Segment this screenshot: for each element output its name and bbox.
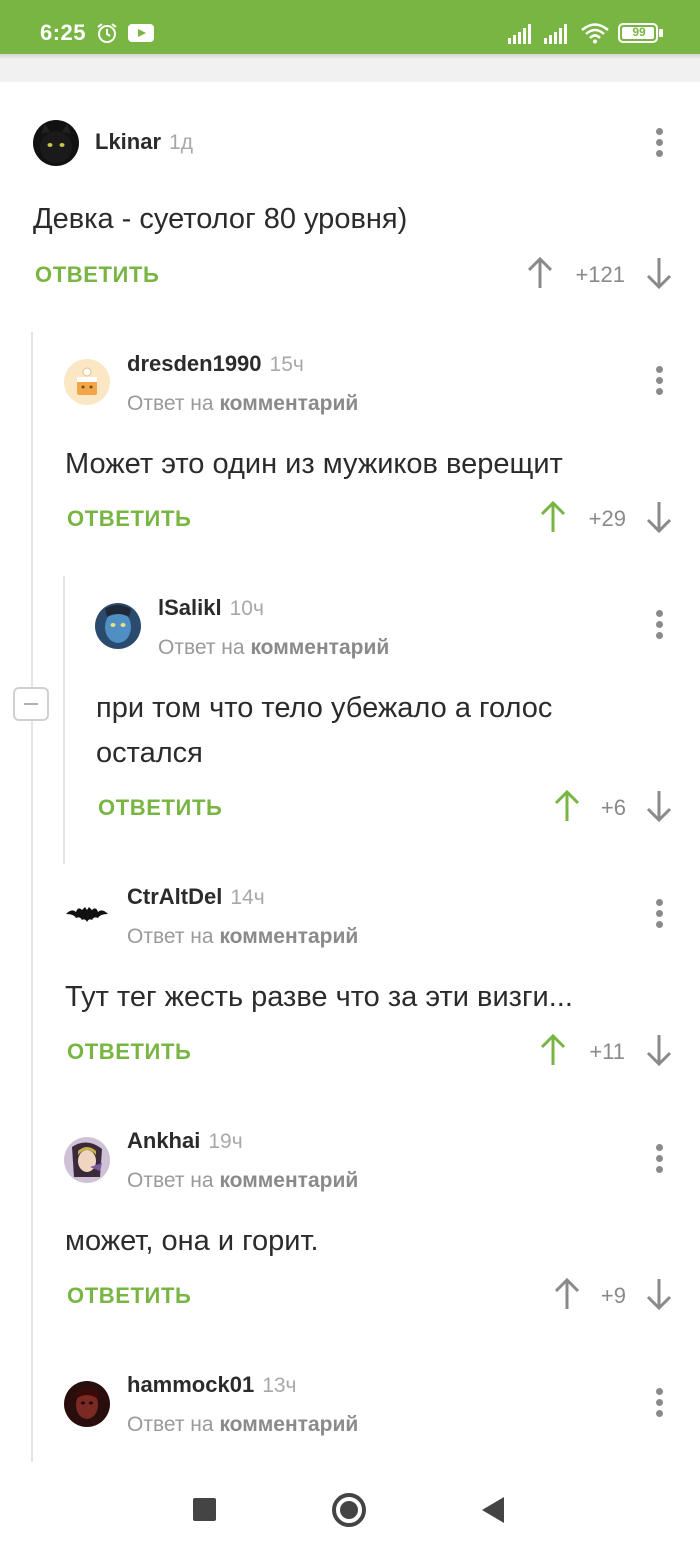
comment-age: 13ч xyxy=(262,1374,297,1397)
downvote-arrow-icon[interactable] xyxy=(645,1277,673,1311)
upvote-arrow-icon[interactable] xyxy=(539,500,567,534)
portrait-avatar-icon[interactable] xyxy=(64,1381,110,1427)
more-options-icon[interactable] xyxy=(653,1388,665,1418)
triangle-back-icon[interactable] xyxy=(482,1497,504,1523)
thread-line-level1 xyxy=(31,332,33,1462)
downvote-arrow-icon[interactable] xyxy=(645,256,673,290)
status-time: 6:25 xyxy=(40,20,87,45)
upvote-arrow-icon[interactable] xyxy=(526,256,554,290)
more-options-icon[interactable] xyxy=(653,899,665,929)
circle-icon[interactable] xyxy=(332,1493,366,1527)
reply-to-link[interactable]: Ответ на комментарий xyxy=(127,925,358,949)
alarm-icon xyxy=(97,23,117,43)
reply-to-link[interactable]: Ответ на комментарий xyxy=(127,1169,358,1193)
reply-to-link[interactable]: Ответ на комментарий xyxy=(127,1413,358,1437)
more-options-icon[interactable] xyxy=(653,128,665,158)
comment-score: +29 xyxy=(588,506,626,531)
comment-score: +9 xyxy=(600,1283,626,1308)
bat-avatar-icon[interactable] xyxy=(64,892,110,938)
comment-age: 10ч xyxy=(229,597,264,620)
reply-button[interactable]: ОТВЕТИТЬ xyxy=(67,1039,191,1065)
comment-author[interactable]: CtrAltDel 14ч xyxy=(127,884,265,910)
comment-author[interactable]: dresden1990 15ч xyxy=(127,351,304,377)
anime-avatar-icon[interactable] xyxy=(64,1137,110,1183)
comment-author[interactable]: Ankhai 19ч xyxy=(127,1128,243,1154)
reply-button[interactable]: ОТВЕТИТЬ xyxy=(35,262,159,288)
comment-author[interactable]: Lkinar 1д xyxy=(95,129,193,155)
comment-age: 14ч xyxy=(230,886,265,909)
avatar-character-icon[interactable] xyxy=(95,603,141,649)
more-options-icon[interactable] xyxy=(653,610,665,640)
comment-age: 1д xyxy=(169,131,193,154)
thread-line-level2 xyxy=(63,576,65,864)
battery-level: 99 xyxy=(632,25,646,39)
comment-score: +121 xyxy=(575,262,625,287)
comment-text: может, она и горит. xyxy=(65,1225,319,1257)
cake-avatar-icon[interactable] xyxy=(64,359,110,405)
toolbar-shadow xyxy=(0,54,700,60)
more-options-icon[interactable] xyxy=(653,1144,665,1174)
signal-icon xyxy=(508,24,531,44)
system-navigation-bar xyxy=(0,1462,700,1556)
comment-score: +11 xyxy=(589,1039,625,1064)
reply-button[interactable]: ОТВЕТИТЬ xyxy=(98,795,222,821)
comment-text: Девка - суетолог 80 уровня) xyxy=(33,203,408,235)
comment-text: Тут тег жесть разве что за эти визги... xyxy=(65,981,573,1013)
signal-icon-2 xyxy=(544,24,567,44)
more-options-icon[interactable] xyxy=(653,366,665,396)
square-icon[interactable] xyxy=(193,1498,216,1521)
comment-score: +6 xyxy=(600,795,626,820)
comment-age: 19ч xyxy=(208,1130,243,1153)
upvote-arrow-icon[interactable] xyxy=(539,1033,567,1067)
reply-button[interactable]: ОТВЕТИТЬ xyxy=(67,1283,191,1309)
reply-to-link[interactable]: Ответ на комментарий xyxy=(127,392,358,416)
black-cat-avatar-icon[interactable] xyxy=(33,120,79,166)
downvote-arrow-icon[interactable] xyxy=(645,789,673,823)
downvote-arrow-icon[interactable] xyxy=(645,500,673,534)
comment-text: Может это один из мужиков верещит xyxy=(65,448,563,480)
comment-text: при том что тело убежало а голос остался xyxy=(96,692,553,769)
youtube-icon xyxy=(128,24,154,42)
comment-author[interactable]: lSalikl 10ч xyxy=(158,595,264,621)
reply-button[interactable]: ОТВЕТИТЬ xyxy=(67,506,191,532)
wifi-icon xyxy=(581,23,609,44)
collapse-thread-button[interactable] xyxy=(13,687,49,721)
comment-author[interactable]: hammock01 13ч xyxy=(127,1372,297,1398)
comment-age: 15ч xyxy=(269,353,304,376)
reply-to-link[interactable]: Ответ на комментарий xyxy=(158,636,389,660)
downvote-arrow-icon[interactable] xyxy=(645,1033,673,1067)
status-bar: 6:25 99 xyxy=(0,0,700,54)
